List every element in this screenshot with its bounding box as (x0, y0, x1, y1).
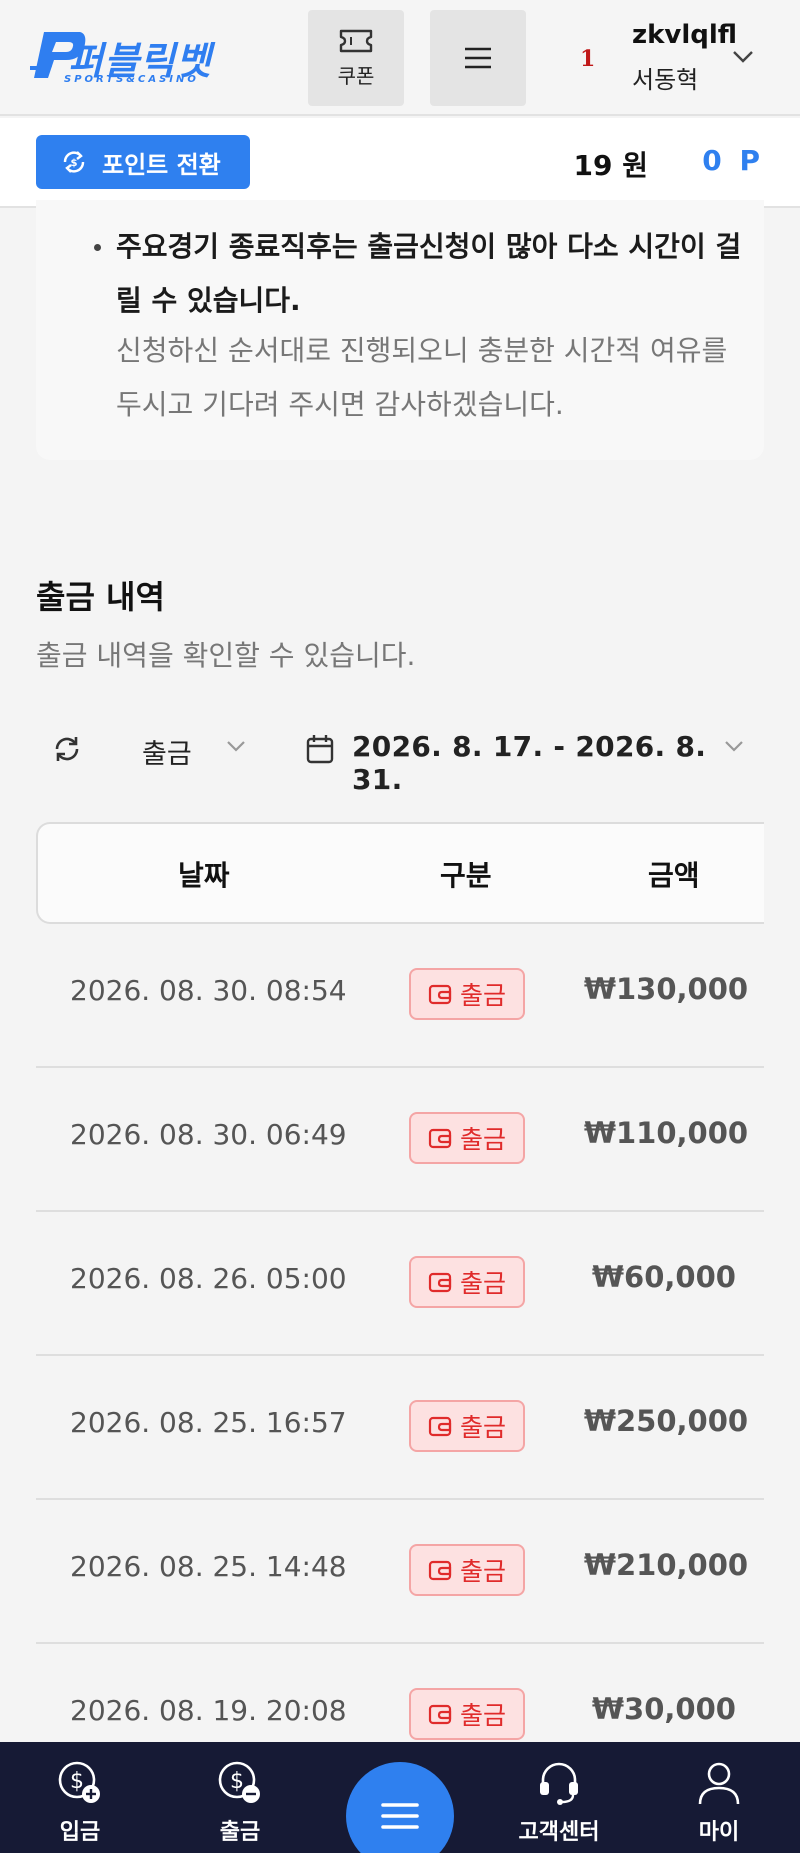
notice-detail-text: 신청하신 순서대로 진행되오니 충분한 시간적 여유를 두시고 기다려 주시면 … (116, 334, 728, 421)
column-header-amount: 금액 (648, 859, 700, 892)
row-amount: ₩30,000 (592, 1692, 736, 1726)
row-date: 2026. 08. 19. 20:08 (70, 1694, 347, 1727)
status-badge: 출금 (409, 1688, 525, 1740)
bullet-dot (94, 244, 101, 251)
column-header-type: 구분 (440, 859, 492, 892)
badge-label: 출금 (459, 1557, 506, 1586)
row-date: 2026. 08. 25. 16:57 (70, 1406, 347, 1439)
badge-label: 출금 (459, 1125, 506, 1154)
notice-bold-text: 주요경기 종료직후는 출금신청이 많아 다소 시간이 걸릴 수 있습니다. (116, 230, 742, 317)
bottom-nav: $ 입금 $ 출금 고객센터 마이 (0, 1742, 800, 1853)
filter-bar: 출금 2026. 8. 17. - 2026. 8. 31. (36, 730, 764, 796)
row-amount: ₩210,000 (584, 1548, 749, 1582)
badge-label: 출금 (459, 981, 506, 1010)
nav-my-label: 마이 (698, 1820, 740, 1845)
chevron-down-icon[interactable] (226, 740, 246, 752)
user-id[interactable]: zkvlqlfl (632, 20, 737, 50)
status-badge: 출금 (409, 1112, 525, 1164)
row-date: 2026. 08. 25. 14:48 (70, 1550, 347, 1583)
svg-text:$: $ (70, 1769, 84, 1794)
status-badge: 출금 (409, 1544, 525, 1596)
nav-withdraw-label: 출금 (219, 1820, 261, 1845)
section-title: 출금 내역 (36, 578, 165, 616)
section-subtitle: 출금 내역을 확인할 수 있습니다. (36, 639, 416, 672)
row-date: 2026. 08. 26. 05:00 (70, 1262, 347, 1295)
wallet-icon (428, 1127, 452, 1149)
nav-support-label: 고객센터 (518, 1820, 600, 1845)
wallet-icon (428, 1415, 452, 1437)
brand-logo[interactable]: 퍼블릭벳 SPORTS&CASINO (30, 26, 240, 92)
refresh-icon[interactable] (52, 734, 82, 764)
row-amount: ₩110,000 (584, 1116, 749, 1150)
withdraw-icon: $ (218, 1761, 260, 1803)
hamburger-icon (381, 1803, 419, 1829)
status-badge: 출금 (409, 968, 525, 1020)
date-range-picker[interactable]: 2026. 8. 17. - 2026. 8. 31. (352, 730, 764, 796)
points-bar: $ 포인트 전환 19 원 0 P (0, 118, 800, 208)
column-header-date: 날짜 (178, 859, 230, 892)
exchange-icon: $ (60, 148, 88, 176)
wallet-icon (428, 1271, 452, 1293)
hamburger-icon (465, 47, 491, 69)
user-icon (698, 1762, 740, 1805)
wallet-icon (428, 983, 452, 1005)
table-row[interactable]: 2026. 08. 26. 05:00 출금 ₩60,000 (36, 1212, 764, 1356)
deposit-icon: $ (58, 1761, 100, 1803)
status-badge: 출금 (409, 1400, 525, 1452)
svg-text:$: $ (230, 1769, 244, 1794)
nav-my[interactable]: 마이 (659, 1760, 779, 1846)
nav-support[interactable]: 고객센터 (499, 1760, 619, 1846)
row-date: 2026. 08. 30. 06:49 (70, 1118, 347, 1151)
svg-text:$: $ (71, 158, 78, 169)
coupon-button[interactable]: 쿠폰 (308, 10, 404, 106)
badge-label: 출금 (459, 1269, 506, 1298)
withdraw-notice-card: 주요경기 종료직후는 출금신청이 많아 다소 시간이 걸릴 수 있습니다. 신청… (36, 200, 764, 460)
ticket-icon (339, 29, 373, 52)
row-amount: ₩60,000 (592, 1260, 736, 1294)
badge-label: 출금 (459, 1701, 506, 1730)
user-level-badge: 1 (580, 46, 596, 72)
point-convert-label: 포인트 전환 (102, 150, 221, 179)
nav-deposit-label: 입금 (59, 1820, 101, 1845)
point-balance: 0 P (702, 144, 764, 177)
top-header: 퍼블릭벳 SPORTS&CASINO 쿠폰 1 zkvlqlfl 서동혁 (0, 0, 800, 116)
row-date: 2026. 08. 30. 08:54 (70, 974, 347, 1007)
headset-icon (540, 1762, 578, 1805)
user-name[interactable]: 서동혁 (632, 60, 698, 95)
type-select[interactable]: 출금 (142, 732, 192, 771)
badge-label: 출금 (459, 1413, 506, 1442)
wallet-icon (428, 1559, 452, 1581)
nav-menu-button[interactable] (346, 1762, 454, 1853)
chevron-down-icon[interactable] (732, 50, 754, 64)
chevron-down-icon[interactable] (724, 740, 744, 752)
wallet-icon (428, 1703, 452, 1725)
cash-balance: 19 원 (573, 149, 648, 182)
logo-subtext: SPORTS&CASINO (64, 74, 199, 85)
calendar-icon[interactable] (306, 734, 334, 764)
status-badge: 출금 (409, 1256, 525, 1308)
point-convert-button[interactable]: $ 포인트 전환 (36, 135, 250, 189)
nav-withdraw[interactable]: $ 출금 (180, 1760, 300, 1846)
table-row[interactable]: 2026. 08. 30. 08:54 출금 ₩130,000 (36, 924, 764, 1068)
row-amount: ₩130,000 (584, 972, 749, 1006)
coupon-label: 쿠폰 (337, 63, 375, 88)
table-row[interactable]: 2026. 08. 30. 06:49 출금 ₩110,000 (36, 1068, 764, 1212)
table-row[interactable]: 2026. 08. 25. 14:48 출금 ₩210,000 (36, 1500, 764, 1644)
table-header: 날짜 구분 금액 (36, 822, 764, 924)
row-amount: ₩250,000 (584, 1404, 749, 1438)
nav-deposit[interactable]: $ 입금 (20, 1760, 140, 1846)
table-row[interactable]: 2026. 08. 25. 16:57 출금 ₩250,000 (36, 1356, 764, 1500)
menu-button[interactable] (430, 10, 526, 106)
